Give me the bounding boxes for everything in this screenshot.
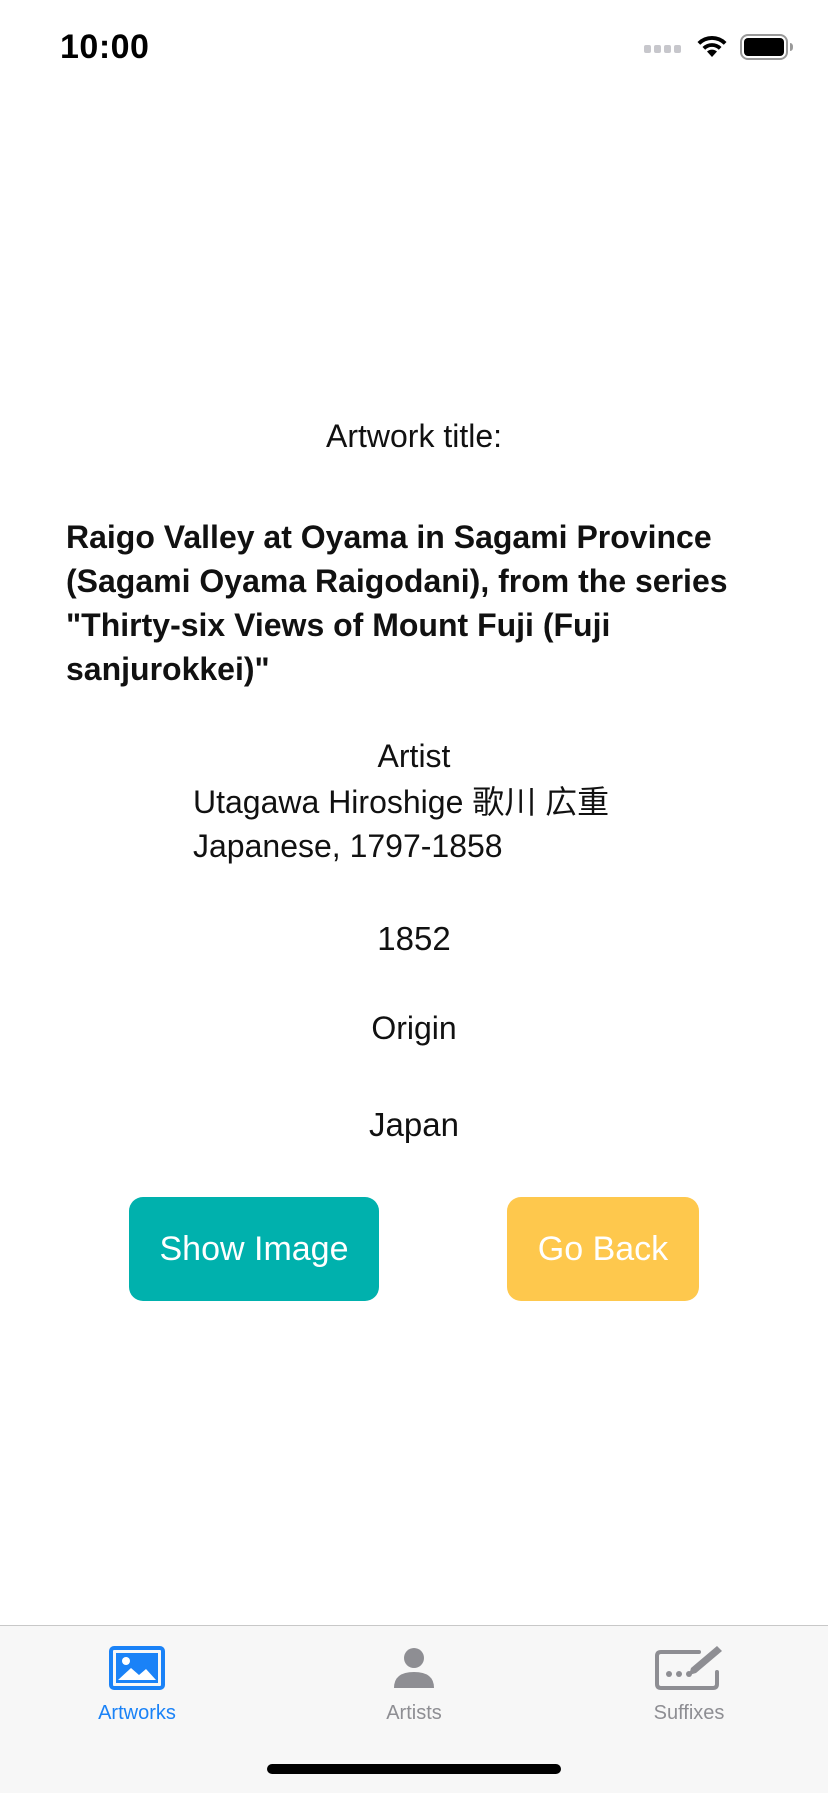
origin-label: Origin (371, 1010, 457, 1046)
signal-icon (644, 41, 684, 59)
tab-artists[interactable]: Artists (314, 1640, 514, 1740)
battery-icon (740, 34, 794, 65)
tab-suffixes[interactable]: Suffixes (589, 1640, 789, 1740)
status-icons (644, 34, 794, 65)
keyboard-pencil-icon (649, 1640, 729, 1696)
photo-icon (97, 1640, 177, 1696)
home-indicator (267, 1764, 561, 1774)
artwork-title: Raigo Valley at Oyama in Sagami Province… (66, 519, 728, 687)
origin-value: Japan (369, 1106, 459, 1143)
tab-artists-label: Artists (386, 1702, 442, 1724)
status-time: 10:00 (60, 28, 150, 66)
status-bar: 10:00 (0, 0, 828, 96)
artwork-title-label: Artwork title: (325, 418, 503, 454)
tab-suffixes-label: Suffixes (653, 1702, 725, 1724)
go-back-button[interactable]: Go Back (507, 1197, 699, 1301)
wifi-icon (696, 35, 728, 64)
tab-artworks[interactable]: Artworks (37, 1640, 237, 1740)
artwork-date: 1852 (377, 920, 451, 957)
tab-artworks-label: Artworks (98, 1702, 176, 1724)
person-icon (374, 1640, 454, 1696)
artist-label: Artist (377, 738, 451, 774)
artist-value: Utagawa Hiroshige 歌川 広重 Japanese, 1797-1… (193, 784, 610, 864)
show-image-button[interactable]: Show Image (129, 1197, 379, 1301)
